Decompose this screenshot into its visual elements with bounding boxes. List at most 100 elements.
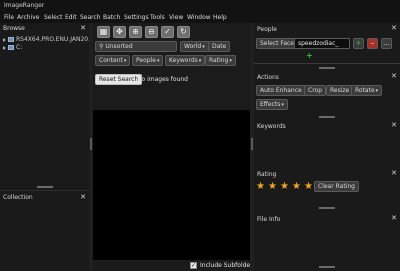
fileinfo-section: File Info ✕	[254, 213, 400, 271]
fileinfo-resize-grip[interactable]	[319, 266, 335, 268]
zoom-out-icon[interactable]: ⊖	[145, 26, 158, 38]
dropdown-icon: ▾	[375, 88, 379, 94]
collection-title: Collection	[3, 194, 33, 201]
splitter-grip[interactable]	[251, 138, 253, 150]
collection-close-icon[interactable]: ✕	[80, 193, 86, 201]
dropdown-icon: ▾	[202, 44, 205, 50]
keywords-close-icon[interactable]: ✕	[391, 121, 397, 129]
browse-header: Browse ✕	[0, 23, 89, 34]
menu-edit[interactable]: Edit	[65, 14, 77, 21]
tree-item-label: RS4X64.PRO.ENU.JAN20...	[16, 36, 94, 43]
star-4-icon[interactable]: ★	[292, 182, 301, 192]
add-face-button[interactable]: +	[353, 38, 364, 49]
dropdown-icon: ▾	[156, 58, 160, 64]
menu-file[interactable]: File	[4, 14, 14, 21]
drive-icon	[8, 45, 14, 50]
select-face-button[interactable]: Select Face	[256, 38, 298, 49]
rating-label: Rating	[209, 57, 229, 64]
date-label: Date	[212, 43, 227, 50]
rotate-label: Rotate	[355, 87, 375, 94]
actions-title: Actions	[257, 74, 279, 81]
resize-button[interactable]: Resize	[326, 85, 354, 96]
divider	[0, 190, 89, 191]
check-icon[interactable]: ✓	[161, 26, 174, 38]
clear-rating-button[interactable]: Clear Rating	[314, 181, 359, 192]
content-label: Content	[99, 57, 123, 64]
actions-resize-grip[interactable]	[319, 116, 335, 118]
center-footer: ✓ Include Subfolders	[93, 260, 256, 271]
remove-face-button[interactable]: –	[367, 38, 378, 49]
include-subfolders-label: Include Subfolders	[200, 262, 256, 269]
dropdown-icon: ▾	[198, 58, 202, 64]
search-field[interactable]: ⚲ Unsorted	[95, 41, 177, 52]
menu-help[interactable]: Help	[213, 14, 227, 21]
crop-button[interactable]: Crop	[304, 85, 327, 96]
menu-tools[interactable]: Tools	[150, 14, 165, 21]
face-name-input[interactable]: speedzodiac_	[294, 38, 350, 49]
expand-arrow-icon[interactable]	[3, 37, 6, 42]
people-title: People	[257, 26, 277, 33]
browse-close-icon[interactable]: ✕	[80, 24, 86, 32]
people-filter-button[interactable]: People▾	[132, 55, 164, 66]
dropdown-icon: ▾	[229, 58, 232, 64]
menu-batch[interactable]: Batch	[103, 14, 120, 21]
fileinfo-close-icon[interactable]: ✕	[391, 214, 397, 222]
rotate-button[interactable]: Rotate▾	[351, 85, 383, 96]
rating-close-icon[interactable]: ✕	[391, 169, 397, 177]
collection-header: Collection ✕	[0, 192, 89, 203]
app-title: ImageRanger	[4, 2, 45, 9]
fit-icon[interactable]: ✥	[113, 26, 126, 38]
rating-title: Rating	[257, 171, 277, 178]
content-filter-button[interactable]: Content▾	[95, 55, 131, 66]
include-subfolders-checkbox[interactable]: ✓	[190, 262, 197, 269]
keywords-label: Keywords	[169, 57, 198, 64]
browse-title: Browse	[3, 25, 25, 32]
effects-label: Effects	[260, 101, 281, 108]
menu-view[interactable]: View	[169, 14, 183, 21]
world-filter-button[interactable]: World▾	[180, 41, 209, 52]
center-panel: ▦ ✥ ⊕ ⊖ ✓ ↻ ⚲ Unsorted World▾ Date Conte…	[93, 23, 256, 271]
people-close-icon[interactable]: ✕	[391, 24, 397, 32]
menu-settings[interactable]: Settings	[124, 14, 149, 21]
menu-search[interactable]: Search	[80, 14, 101, 21]
actions-section: Actions ✕ Auto Enhance Crop Resize Rotat…	[254, 71, 400, 120]
effects-button[interactable]: Effects▾	[256, 99, 288, 110]
more-options-button[interactable]: …	[381, 38, 392, 49]
keywords-header: Keywords ✕	[254, 120, 400, 131]
zoom-in-icon[interactable]: ⊕	[129, 26, 142, 38]
star-2-icon[interactable]: ★	[268, 182, 277, 192]
search-status: No images found	[137, 76, 188, 83]
browse-resize-grip[interactable]	[36, 186, 53, 188]
right-column: People ✕ Select Face speedzodiac_ + – … …	[254, 23, 400, 271]
star-3-icon[interactable]: ★	[280, 182, 289, 192]
people-scroll-track[interactable]	[254, 63, 400, 64]
refresh-icon[interactable]: ↻	[177, 26, 190, 38]
menu-window[interactable]: Window	[187, 14, 211, 21]
rating-resize-grip[interactable]	[319, 207, 335, 209]
people-resize-grip[interactable]	[319, 67, 335, 69]
people-label: People	[136, 57, 156, 64]
splitter-grip[interactable]	[90, 138, 92, 150]
grid-icon[interactable]: ▦	[97, 26, 110, 38]
keywords-filter-button[interactable]: Keywords▾	[165, 55, 206, 66]
search-value: Unsorted	[105, 43, 133, 50]
search-toolbar: ▦ ✥ ⊕ ⊖ ✓ ↻ ⚲ Unsorted World▾ Date Conte…	[93, 23, 250, 110]
fileinfo-header: File Info ✕	[254, 213, 400, 224]
world-label: World	[184, 43, 202, 50]
dropdown-icon: ▾	[281, 102, 284, 108]
tree-item-c-drive[interactable]: C:	[3, 44, 22, 51]
date-filter-button[interactable]: Date	[208, 41, 231, 52]
reset-search-button[interactable]: Reset Search	[95, 74, 143, 85]
expand-arrow-icon[interactable]	[3, 45, 6, 50]
actions-close-icon[interactable]: ✕	[391, 72, 397, 80]
add-person-icon[interactable]: +	[306, 51, 313, 60]
star-1-icon[interactable]: ★	[256, 182, 265, 192]
tree-item-volume[interactable]: RS4X64.PRO.ENU.JAN20...	[3, 36, 94, 43]
menu-select[interactable]: Select	[44, 14, 63, 21]
star-5-icon[interactable]: ★	[304, 182, 313, 192]
search-icon: ⚲	[99, 43, 104, 50]
rating-filter-button[interactable]: Rating▾	[205, 55, 236, 66]
menu-archive[interactable]: Archive	[17, 14, 39, 21]
keywords-title: Keywords	[257, 123, 286, 130]
auto-enhance-button[interactable]: Auto Enhance	[256, 85, 306, 96]
